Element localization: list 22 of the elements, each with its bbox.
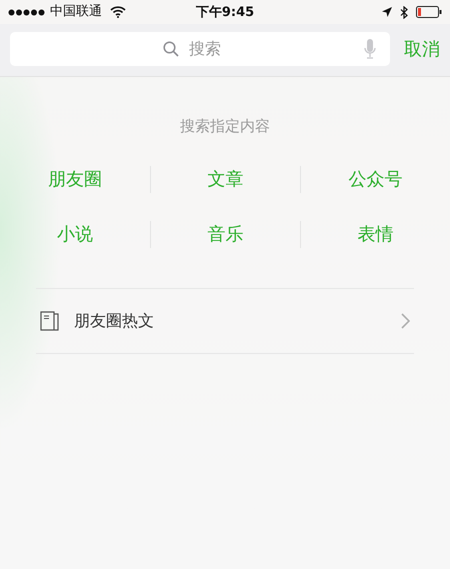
carrier-name: 中国联通 (50, 3, 102, 22)
battery-icon (416, 6, 442, 18)
section-title: 搜索指定内容 (179, 116, 271, 137)
category-link[interactable]: 朋友圈 (48, 166, 102, 192)
search-field[interactable]: 搜索 (187, 36, 237, 62)
location-arrow-icon (382, 7, 392, 17)
clock-time: 下午9:45 (196, 4, 254, 22)
category-link[interactable]: 音乐 (208, 220, 244, 248)
category-link[interactable]: 小说 (57, 220, 93, 248)
wifi-icon (110, 6, 126, 18)
search-icon (163, 41, 179, 57)
category-link[interactable]: 文章 (208, 166, 244, 192)
category-link[interactable]: 公众号 (348, 166, 402, 192)
signal-icon (8, 8, 46, 16)
cancel-button[interactable]: 取消 (404, 36, 440, 62)
document-icon (40, 310, 60, 330)
list-item[interactable]: 朋友圈热文 (36, 288, 414, 354)
category-link[interactable]: 表情 (358, 220, 394, 248)
bluetooth-icon (400, 6, 408, 18)
list-item-label: 朋友圈热文 (74, 310, 154, 332)
chevron-icon (401, 312, 410, 328)
microphone-icon[interactable] (364, 39, 376, 59)
